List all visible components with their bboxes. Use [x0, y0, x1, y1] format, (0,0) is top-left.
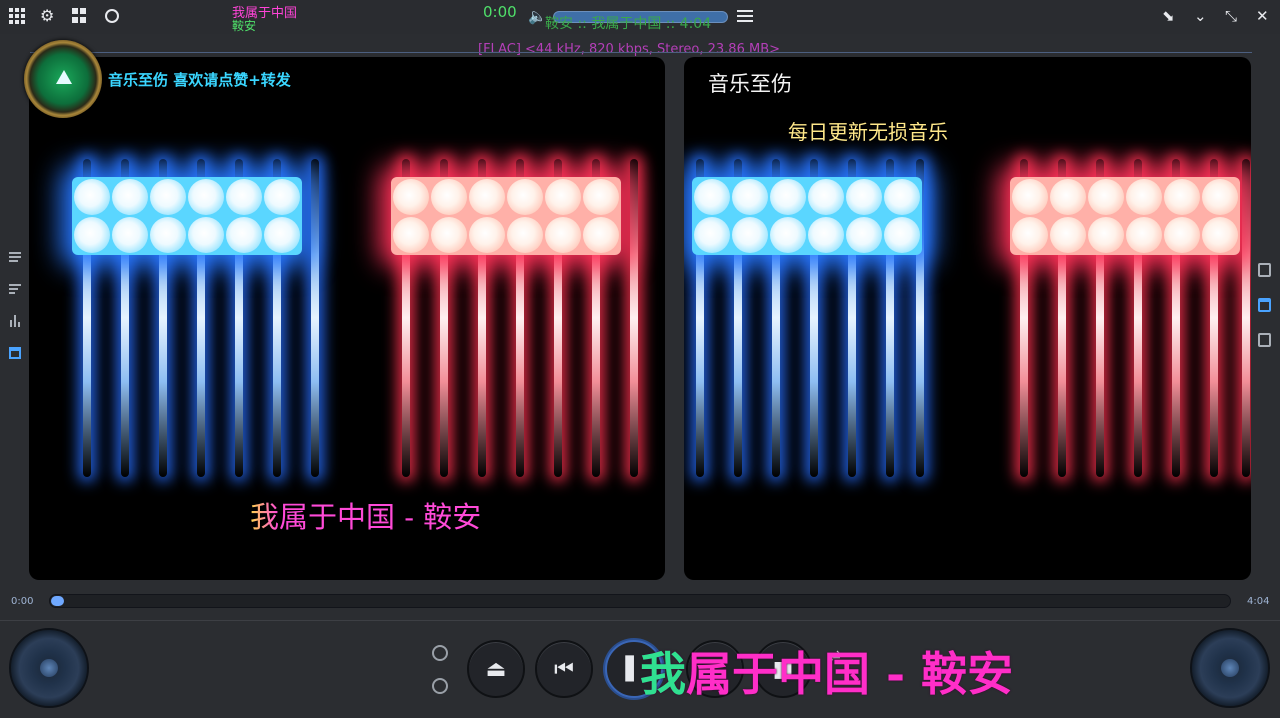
gear-icon[interactable]: ⚙: [40, 8, 56, 24]
blue-light-panel: [72, 177, 302, 255]
close-icon[interactable]: ✕: [1256, 7, 1269, 25]
queue-icon[interactable]: [9, 283, 21, 295]
seek-handle[interactable]: [51, 596, 64, 606]
playlist-icon[interactable]: [9, 251, 21, 263]
grid-menu-icon[interactable]: [9, 8, 25, 24]
video-icon[interactable]: [1258, 298, 1271, 312]
pin-icon[interactable]: ⬊: [1162, 7, 1175, 25]
now-playing-marquee: 鞍安 :: 我属于中国 :: 4:04: [545, 16, 712, 32]
equalizer-icon[interactable]: [737, 8, 753, 24]
total-time: 4:04: [1247, 596, 1270, 607]
red-light-panel: [1010, 177, 1240, 255]
video-brand-text: 音乐至伤: [708, 72, 792, 96]
elapsed-time: 0:00: [483, 3, 517, 21]
palette-icon[interactable]: [105, 9, 119, 23]
video-icon[interactable]: [9, 347, 21, 359]
volume-icon[interactable]: 🔈: [528, 7, 547, 25]
song-artist: 鞍安: [232, 19, 257, 33]
speaker-right-icon: [1190, 628, 1270, 708]
lyric-rest: 属于中国 - 鞍安: [686, 647, 1014, 701]
eject-button[interactable]: ⏏: [467, 640, 525, 698]
blue-light-panel: [692, 177, 922, 255]
divider: [0, 620, 1280, 621]
video-panel-right: [684, 57, 1251, 580]
video-subtitle-text: 每日更新无损音乐: [788, 120, 948, 144]
video-song-title: 我属于中国 - 鞍安: [250, 494, 481, 536]
lyric-overlay: 我属于中国 - 鞍安: [640, 638, 1013, 704]
previous-button[interactable]: ⏮: [535, 640, 593, 698]
chevron-down-icon[interactable]: ⌄: [1194, 7, 1207, 25]
red-light-panel: [391, 177, 621, 255]
profile-icon[interactable]: [1258, 263, 1271, 277]
divider: [30, 52, 1252, 53]
clipboard-icon[interactable]: [1258, 333, 1271, 347]
ab-repeat-icon[interactable]: [432, 645, 448, 661]
lyric-highlight: 我: [640, 647, 686, 701]
audio-format-info: [FLAC] <44 kHz, 820 kbps, Stereo, 23.86 …: [478, 42, 781, 57]
channel-caption: 音乐至伤 喜欢请点赞+转发: [108, 71, 291, 89]
shrink-icon[interactable]: ⤡: [1225, 7, 1237, 25]
visualizer-icon[interactable]: [9, 315, 21, 327]
layout-icon[interactable]: [72, 8, 88, 24]
logo-triangle-icon: [56, 70, 72, 84]
speaker-left-icon: [9, 628, 89, 708]
seek-bar[interactable]: [49, 594, 1231, 608]
current-time: 0:00: [11, 596, 34, 607]
timer-icon[interactable]: [432, 678, 448, 694]
